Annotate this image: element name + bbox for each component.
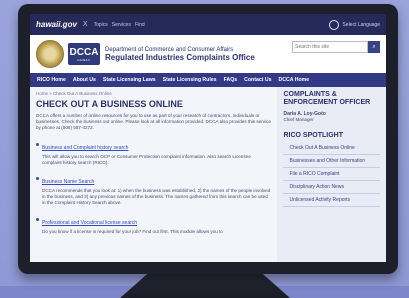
main-nav: RICO Home About Us State Licensing Laws … — [30, 73, 386, 87]
dcca-logo[interactable]: DCCA HAWAII — [68, 43, 100, 65]
item-description: This will allow you to search OCP or Con… — [42, 153, 251, 165]
gov-link-topics[interactable]: Topics — [94, 22, 108, 28]
spotlight-item[interactable]: File a RICO Complaint — [283, 168, 380, 181]
spotlight-title: RICO SPOTLIGHT — [283, 131, 343, 139]
monitor: hawaii.gov X Topics Services Find Select… — [18, 4, 398, 274]
spotlight-item[interactable]: Disciplinary Action News — [283, 181, 380, 194]
list-item: Business Name Search DCCA recommends tha… — [36, 170, 271, 207]
site-header: DCCA HAWAII Department of Commerce and C… — [30, 35, 386, 73]
hawaii-gov-logo[interactable]: hawaii.gov — [36, 20, 77, 29]
gov-link-services[interactable]: Services — [112, 22, 131, 28]
list-item: Business and Complaint history search Th… — [36, 136, 271, 166]
sidebar: COMPLAINTS & ENFORCEMENT OFFICER Daria A… — [277, 87, 386, 262]
gov-bar: hawaii.gov X Topics Services Find Select… — [30, 14, 386, 35]
main-column: Home » Check Out A Business Online CHECK… — [30, 87, 278, 262]
breadcrumb[interactable]: Home » Check Out A Business Online — [36, 91, 271, 96]
spotlight-item[interactable]: Businesses and Other Information — [283, 155, 380, 168]
browser-screen: hawaii.gov X Topics Services Find Select… — [30, 14, 386, 262]
language-label: Select Language — [342, 21, 380, 28]
item-description: Do you know if a license is required for… — [42, 228, 223, 234]
nav-rico-home[interactable]: RICO Home — [37, 77, 66, 83]
bullet-icon — [36, 217, 39, 221]
office-name: Regulated Industries Complaints Office — [105, 52, 255, 62]
list-item: Professional and Vocational license sear… — [36, 211, 271, 235]
language-selector[interactable]: Select Language — [329, 19, 380, 30]
nav-dcca-home[interactable]: DCCA Home — [279, 77, 310, 83]
officer-role: Chief Manager — [283, 116, 314, 122]
dcca-logo-sub: HAWAII — [77, 57, 91, 62]
spotlight-item[interactable]: Unlicensed Activity Reports — [283, 194, 380, 207]
search-box: ⌕ — [292, 41, 380, 53]
search-input[interactable] — [292, 41, 368, 53]
intro-text: DCCA offers a number of online resources… — [36, 113, 271, 131]
item-link[interactable]: Professional and Vocational license sear… — [42, 220, 137, 226]
spotlight-item[interactable]: Check Out A Business Online — [283, 142, 380, 155]
search-icon: ⌕ — [372, 43, 376, 50]
globe-icon — [329, 19, 340, 30]
gov-link-find[interactable]: Find — [135, 22, 145, 28]
dcca-logo-text: DCCA — [69, 46, 99, 58]
bullet-icon — [36, 142, 39, 146]
content-area: Home » Check Out A Business Online CHECK… — [30, 87, 386, 262]
nav-licensing-rules[interactable]: State Licensing Rules — [163, 77, 217, 83]
item-link[interactable]: Business and Complaint history search — [42, 145, 128, 151]
nav-contact-us[interactable]: Contact Us — [244, 77, 271, 83]
sidebar-title: COMPLAINTS & ENFORCEMENT OFFICER — [283, 91, 371, 107]
close-icon[interactable]: X — [83, 21, 88, 28]
department-name: Department of Commerce and Consumer Affa… — [105, 46, 234, 53]
header-text: Department of Commerce and Consumer Affa… — [105, 47, 255, 62]
state-seal-icon — [36, 40, 64, 68]
search-button[interactable]: ⌕ — [368, 41, 380, 53]
gov-links: Topics Services Find — [94, 22, 145, 28]
nav-faqs[interactable]: FAQs — [224, 77, 238, 83]
item-description: DCCA recommends that you look at: 1) whe… — [42, 187, 271, 206]
nav-about-us[interactable]: About Us — [73, 77, 96, 83]
nav-licensing-laws[interactable]: State Licensing Laws — [103, 77, 156, 83]
item-link[interactable]: Business Name Search — [42, 179, 94, 185]
bullet-icon — [36, 177, 39, 181]
page-title: CHECK OUT A BUSINESS ONLINE — [36, 99, 183, 109]
